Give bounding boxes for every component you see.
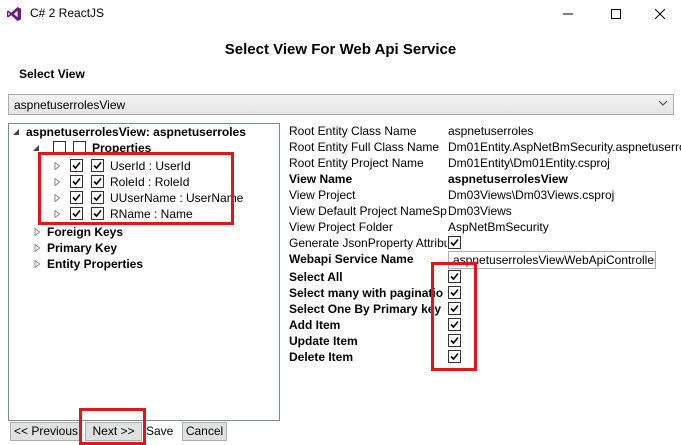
view-project-label: View Project	[289, 188, 356, 202]
view-name-value: aspnetuserrolesView	[448, 172, 568, 186]
generate-json-property-label: Generate JsonProperty Attribu	[289, 236, 447, 250]
app-window: C# 2 ReactJS Select View For Web Api Ser…	[0, 0, 681, 445]
root-entity-class-name-label: Root Entity Class Name	[289, 124, 417, 138]
root-entity-project-name-label: Root Entity Project Name	[289, 156, 424, 170]
root-entity-full-class-name-value: Dm01Entity.AspNetBmSecurity.aspnetuserro	[448, 140, 681, 154]
close-icon	[655, 9, 665, 19]
option-select-all-label: Select All	[289, 270, 343, 284]
collapse-triangle-icon[interactable]	[32, 144, 40, 152]
view-project-folder-label: View Project Folder	[289, 220, 393, 234]
page-title: Select View For Web Api Service	[224, 41, 457, 58]
minimize-button[interactable]	[545, 0, 591, 28]
tree-group-entity-properties[interactable]: Entity Properties	[47, 257, 143, 271]
view-default-project-namespace-value: Dm03Views	[448, 204, 512, 218]
previous-button[interactable]: << Previous	[10, 422, 82, 441]
view-project-value: Dm03Views\Dm03Views.csproj	[448, 188, 615, 202]
select-view-dropdown[interactable]: aspnetuserrolesView	[8, 94, 674, 115]
save-button[interactable]: Save	[146, 424, 173, 438]
expand-triangle-icon[interactable]	[33, 244, 41, 252]
tree-group-foreign-keys[interactable]: Foreign Keys	[47, 225, 123, 239]
root-entity-class-name-value: aspnetuserroles	[448, 124, 534, 138]
tree-group-primary-key[interactable]: Primary Key	[47, 241, 117, 255]
root-entity-project-name-value: Dm01Entity\Dm01Entity.csproj	[448, 156, 610, 170]
title-bar: C# 2 ReactJS	[0, 0, 681, 28]
option-add-item-label: Add Item	[289, 318, 341, 332]
highlight-box	[79, 408, 146, 445]
highlight-box	[38, 152, 234, 225]
root-entity-full-class-name-label: Root Entity Full Class Name	[289, 140, 440, 154]
highlight-box	[431, 262, 477, 371]
maximize-icon	[611, 9, 621, 19]
option-select-one-label: Select One By Primary key	[289, 302, 442, 316]
generate-json-property-checkbox[interactable]	[448, 236, 461, 249]
expand-triangle-icon[interactable]	[33, 228, 41, 236]
close-button[interactable]	[637, 0, 681, 28]
window-title: C# 2 ReactJS	[30, 6, 105, 20]
tree-root-label[interactable]: aspnetuserrolesView: aspnetuserroles	[26, 125, 246, 139]
cancel-button[interactable]: Cancel	[182, 422, 227, 441]
option-update-item-label: Update Item	[289, 334, 358, 348]
select-view-value: aspnetuserrolesView	[14, 98, 126, 112]
webapi-service-name-input[interactable]: aspnetuserrolesViewWebApiController	[448, 251, 656, 269]
select-view-label: Select View	[19, 67, 85, 81]
view-name-label: View Name	[289, 172, 353, 186]
maximize-button[interactable]	[593, 0, 639, 28]
visual-studio-logo-icon	[7, 7, 21, 21]
minimize-icon	[563, 13, 573, 15]
expand-triangle-icon[interactable]	[33, 260, 41, 268]
webapi-service-name-label: Webapi Service Name	[289, 252, 414, 266]
chevron-down-icon	[659, 101, 667, 106]
view-project-folder-value: AspNetBmSecurity	[448, 220, 549, 234]
collapse-triangle-icon[interactable]	[12, 128, 20, 136]
option-select-many-label: Select many with paginatio	[289, 286, 444, 300]
view-default-project-namespace-label: View Default Project NameSpa	[289, 204, 447, 218]
option-delete-item-label: Delete Item	[289, 350, 354, 364]
